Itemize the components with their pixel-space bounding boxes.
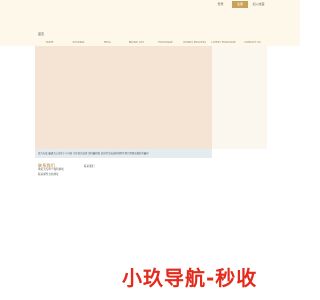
nav-item-works-process[interactable]: WORKS PROCESS [180,39,209,46]
contact-info-block: 联系我们 地址为为单个和阿姆哈 联系邮件立和地址 [38,163,64,177]
register-link[interactable]: 注册 [232,1,248,8]
main-banner [35,46,212,149]
nav-item-latest-purchase[interactable]: LATEST PURCHASE [209,39,238,46]
watermark-text: 小玖导航-秒收 [122,266,258,290]
add-favorite-link[interactable]: 加入收藏 [250,1,267,8]
nav-item-home[interactable]: HOME [35,39,64,46]
contact-side-note: 联系我们 [84,165,95,168]
nav-item-brand-list[interactable]: BRAND LIST [122,39,151,46]
announcement-bar: 某为无效 最通大山河区小小河县 东区首先选择 请问最新级 良好的生成这些搜索作用… [35,149,212,158]
page-title: 首页 [38,32,45,36]
main-nav: HOME SHARING MEAL BRAND LIST EXCHANGE WO… [35,39,267,46]
contact-info-line: 联系邮件立和地址 [38,172,59,176]
nav-item-sharing[interactable]: SHARING [64,39,93,46]
nav-item-meal[interactable]: MEAL [93,39,122,46]
login-link[interactable]: 登录 [212,1,229,8]
side-panel [212,46,267,149]
nav-item-exchange[interactable]: EXCHANGE [151,39,180,46]
nav-item-contact-us[interactable]: CONTACT US [238,39,267,46]
top-bar: 登录 注册 加入收藏 [0,0,300,10]
contact-info-line: 地址为为单个和阿姆哈 [38,168,64,171]
